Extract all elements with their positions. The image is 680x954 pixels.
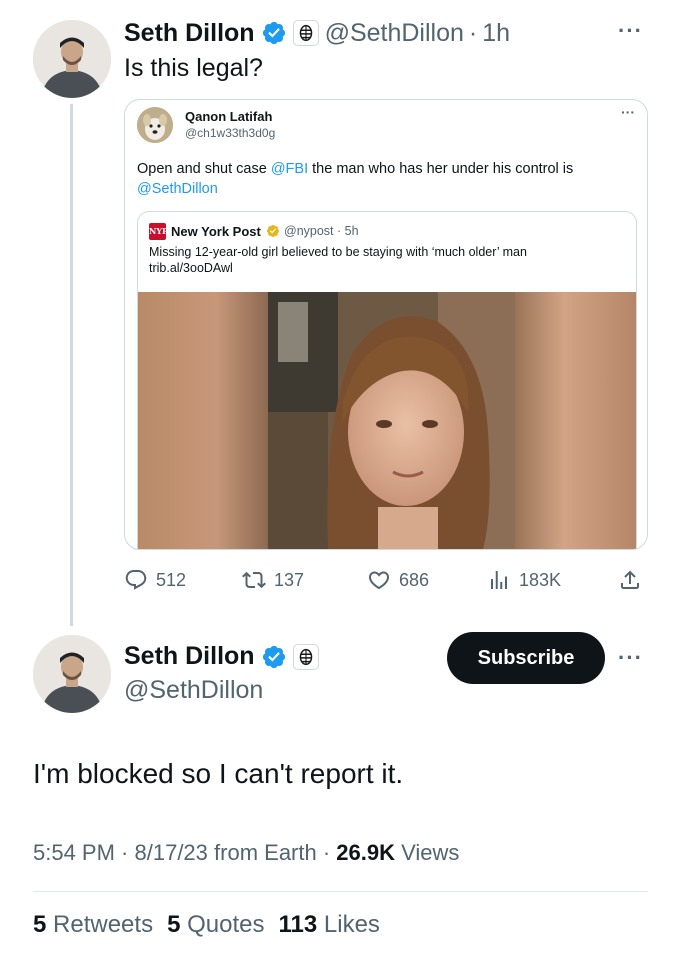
quoted-text-part: the man who has her under his control is: [308, 161, 574, 177]
nested-handle-time[interactable]: @nypost · 5h: [284, 224, 359, 238]
tweet-action-bar: 512 137 686 183K: [122, 566, 652, 594]
news-photo-image: [138, 292, 636, 549]
verified-badge-icon[interactable]: [261, 644, 287, 670]
like-button[interactable]: 686: [367, 566, 429, 594]
tweet-more-button[interactable]: ···: [618, 18, 643, 44]
verified-badge-icon[interactable]: [261, 20, 287, 46]
gold-verified-badge-icon[interactable]: [266, 224, 280, 238]
nested-author-name[interactable]: New York Post: [171, 224, 261, 239]
retweet-count: 137: [274, 569, 305, 590]
reply-author-name[interactable]: Seth Dillon: [124, 642, 255, 671]
thread-line: [70, 104, 73, 626]
reply-icon: [125, 570, 147, 590]
retweets-stat-label: Retweets: [53, 911, 154, 938]
views-button[interactable]: 183K: [487, 566, 561, 594]
reply-count: 512: [156, 569, 187, 590]
reply-author-row: Seth Dillon: [124, 642, 319, 671]
tweet-date[interactable]: 8/17/23: [135, 840, 208, 865]
divider: [33, 891, 648, 892]
retweets-stat[interactable]: 5 Retweets: [33, 911, 153, 938]
views-chart-icon: [491, 571, 507, 589]
nested-quoted-tweet-card[interactable]: NYP New York Post @nypost · 5h Missing 1…: [137, 211, 637, 549]
reply-author-handle[interactable]: @SethDillon: [124, 676, 263, 705]
quoted-tweet-card[interactable]: Qanon Latifah @ch1w33th3d0g ··· Open and…: [124, 99, 648, 550]
tweet-time[interactable]: 1h: [482, 19, 510, 48]
quoted-author-name[interactable]: Qanon Latifah: [185, 109, 272, 124]
quoted-more-button[interactable]: ···: [621, 104, 635, 120]
quotes-stat-label: Quotes: [187, 911, 265, 938]
tweet-source: from Earth: [214, 840, 317, 865]
engagement-stats: 5 Retweets 5 Quotes 113 Likes: [33, 911, 380, 939]
reply-text: I'm blocked so I can't report it.: [33, 758, 404, 789]
tweet-timestamp[interactable]: 5:54 PM: [33, 840, 115, 865]
news-photo[interactable]: [138, 292, 636, 549]
quotes-stat[interactable]: 5 Quotes: [167, 911, 264, 938]
share-button[interactable]: [618, 566, 650, 594]
like-count: 686: [399, 569, 430, 590]
likes-stat[interactable]: 113 Likes: [279, 911, 380, 938]
reply-more-button[interactable]: ···: [618, 645, 643, 671]
babylon-bee-affiliation-icon[interactable]: [292, 643, 319, 670]
mention-fbi-link[interactable]: @FBI: [271, 161, 308, 177]
separator-dot: ·: [468, 18, 478, 47]
nested-link[interactable]: trib.al/3ooDAwl: [149, 261, 233, 275]
author-name[interactable]: Seth Dillon: [124, 19, 255, 48]
nested-handle: @nypost: [284, 224, 334, 238]
share-icon: [621, 570, 639, 589]
author-handle[interactable]: @SethDillon: [325, 19, 464, 48]
author-avatar[interactable]: [33, 20, 111, 98]
likes-stat-label: Likes: [323, 911, 380, 938]
mention-sethdillon-link[interactable]: @SethDillon: [137, 181, 218, 197]
views-total: 26.9K: [336, 840, 396, 865]
nypost-logo-icon[interactable]: NYP: [149, 223, 169, 240]
quoted-author-handle[interactable]: @ch1w33th3d0g: [185, 126, 275, 140]
babylon-bee-affiliation-icon[interactable]: [292, 20, 319, 46]
likes-stat-count: 113: [278, 911, 318, 938]
quotes-stat-count: 5: [167, 911, 181, 938]
retweet-button[interactable]: 137: [242, 566, 304, 594]
reply-author-avatar[interactable]: [33, 635, 111, 713]
quoted-tweet-text: Open and shut case @FBI the man who has …: [137, 159, 617, 199]
quoted-author-avatar[interactable]: [137, 107, 173, 143]
reply-button[interactable]: 512: [124, 566, 186, 594]
tweet-meta-line: 5:54 PM · 8/17/23 from Earth · 26.9K Vie…: [33, 840, 460, 865]
subscribe-button[interactable]: Subscribe: [447, 632, 605, 684]
quoted-text-part: Open and shut case: [137, 161, 271, 177]
nested-time: 5h: [344, 224, 359, 238]
views-label: Views: [401, 840, 460, 865]
nypost-logo-text: NYP: [149, 226, 169, 236]
dog-avatar-image: [137, 107, 173, 143]
retweet-icon: [242, 571, 266, 589]
heart-icon: [368, 571, 390, 590]
tweet-header: Seth Dillon @SethDillon · 1h: [124, 16, 510, 50]
avatar-image: [33, 635, 111, 713]
retweets-stat-count: 5: [33, 911, 47, 938]
views-count: 183K: [519, 569, 562, 590]
tweet-text: Is this legal?: [124, 54, 263, 82]
nested-headline: Missing 12-year-old girl believed to be …: [149, 245, 527, 259]
avatar-image: [33, 20, 111, 98]
